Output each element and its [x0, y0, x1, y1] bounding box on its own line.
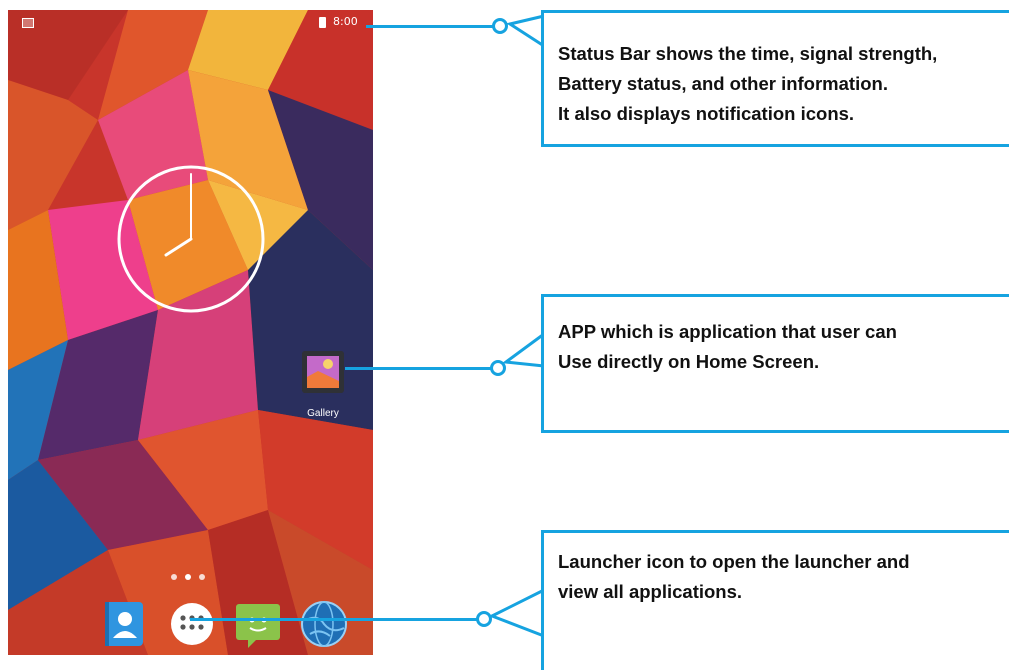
phone-home-screen: 8:00 Gallery — [8, 10, 373, 655]
page-indicator-dot — [199, 574, 205, 580]
callout-connector-launcher — [190, 618, 482, 621]
battery-icon — [319, 17, 326, 28]
analog-clock-widget[interactable] — [114, 162, 268, 316]
callout-connector-app — [345, 367, 497, 370]
status-bar[interactable]: 8:00 — [8, 10, 373, 36]
callout-launcher: Launcher icon to open the launcher and v… — [541, 530, 1009, 670]
callout-connector-status — [366, 25, 499, 28]
status-time: 8:00 — [333, 15, 358, 28]
messaging-icon[interactable] — [234, 600, 282, 648]
page-indicator-dot — [171, 574, 177, 580]
browser-globe-icon[interactable] — [300, 600, 348, 648]
wallpaper — [8, 10, 373, 655]
callout-launcher-line-2: view all applications. — [558, 581, 743, 602]
callout-app-line-2: Use directly on Home Screen. — [558, 351, 820, 372]
gallery-app-shortcut[interactable]: Gallery — [297, 345, 349, 425]
callout-app: APP which is application that user can U… — [541, 294, 1009, 433]
callout-status-line-1: Status Bar shows the time, signal streng… — [558, 43, 938, 64]
page-indicator-dot — [185, 574, 191, 580]
callout-app-line-1: APP which is application that user can — [558, 321, 897, 342]
callout-pointer-status — [506, 14, 545, 48]
callout-pointer-launcher — [488, 588, 545, 638]
callout-status-line-2: Battery status, and other information. — [558, 73, 888, 94]
callout-status-line-3: It also displays notification icons. — [558, 103, 855, 124]
clock-hour-hand — [164, 237, 193, 257]
gallery-icon — [302, 351, 344, 393]
contacts-icon[interactable] — [101, 600, 149, 648]
callout-pointer-app — [501, 332, 545, 368]
callout-launcher-line-1: Launcher icon to open the launcher and — [558, 551, 910, 572]
screenshot-notification-icon — [22, 18, 34, 28]
gallery-label: Gallery — [307, 408, 339, 419]
launcher-icon[interactable] — [168, 600, 216, 648]
callout-status-bar: Status Bar shows the time, signal streng… — [541, 10, 1009, 147]
